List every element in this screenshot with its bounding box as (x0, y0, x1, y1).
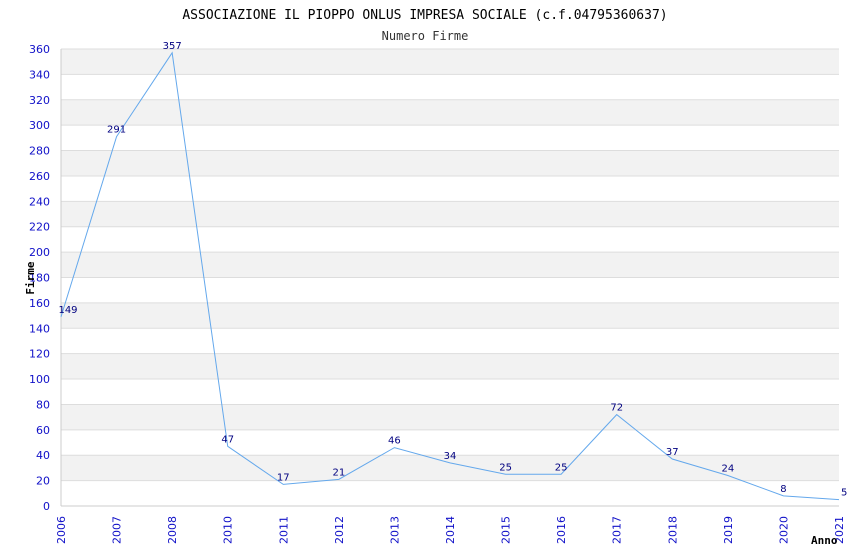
y-tick-label: 120 (29, 348, 50, 361)
grid-band (61, 353, 839, 380)
y-tick-label: 20 (36, 475, 50, 488)
data-label: 17 (277, 472, 290, 483)
x-tick-label: 2008 (166, 516, 179, 544)
grid-band (61, 99, 839, 126)
y-tick-label: 200 (29, 246, 50, 259)
grid-band (61, 150, 839, 176)
y-tick-label: 360 (29, 43, 50, 56)
y-tick-label: 320 (29, 94, 50, 107)
y-tick-label: 160 (29, 297, 50, 310)
y-tick-label: 140 (29, 322, 50, 335)
chart-title: ASSOCIAZIONE IL PIOPPO ONLUS IMPRESA SOC… (182, 8, 667, 23)
y-tick-label: 80 (36, 398, 50, 411)
data-label: 21 (332, 467, 345, 478)
grid-band (61, 125, 839, 151)
grid-band (61, 379, 839, 405)
data-label: 291 (107, 125, 126, 136)
x-tick-labels: 2006 2007 2008 2010 2011 2012 2013 2014 2015 2016… (55, 516, 846, 544)
x-tick-label: 2010 (222, 516, 235, 544)
grid-band (61, 49, 839, 75)
grid-band (61, 74, 839, 100)
grid-band (61, 175, 839, 202)
data-label: 149 (58, 305, 77, 316)
grid-band (61, 201, 839, 227)
data-label: 24 (721, 464, 734, 475)
data-label: 37 (666, 447, 679, 458)
grid-band (61, 404, 839, 430)
x-tick-label: 2020 (777, 516, 790, 544)
grid-band (61, 480, 839, 506)
y-tick-label: 240 (29, 195, 50, 208)
data-label: 5 (841, 488, 847, 499)
data-label: 72 (610, 403, 623, 414)
x-tick-label: 2019 (722, 516, 735, 544)
x-axis-label: Anno (811, 534, 838, 547)
x-tick-label: 2015 (500, 516, 513, 544)
data-label: 47 (221, 434, 234, 445)
x-tick-label: 2017 (611, 516, 624, 544)
grid-band (61, 328, 839, 354)
chart-subtitle: Numero Firme (382, 29, 469, 43)
y-tick-label: 340 (29, 68, 50, 81)
y-axis-label: Firme (24, 261, 37, 294)
y-tick-label: 60 (36, 424, 50, 437)
grid-band (61, 277, 839, 303)
data-label: 8 (780, 484, 786, 495)
y-tick-label: 300 (29, 119, 50, 132)
y-tick-label: 40 (36, 449, 50, 462)
x-tick-label: 2014 (444, 516, 457, 544)
data-label: 25 (555, 462, 568, 473)
x-tick-label: 2016 (555, 516, 568, 544)
grid-band (61, 226, 839, 253)
x-tick-label: 2007 (111, 516, 124, 544)
x-tick-label: 2012 (333, 516, 346, 544)
grid-band (61, 252, 839, 278)
y-tick-label: 220 (29, 221, 50, 234)
data-label: 357 (163, 41, 182, 52)
x-tick-label: 2018 (666, 516, 679, 544)
x-tick-label: 2011 (277, 516, 290, 544)
y-tick-label: 100 (29, 373, 50, 386)
data-label: 34 (444, 451, 457, 462)
x-tick-label: 2006 (55, 516, 68, 544)
y-tick-label: 280 (29, 145, 50, 158)
data-label: 25 (499, 462, 512, 473)
y-tick-label: 0 (43, 500, 50, 513)
data-label: 46 (388, 436, 401, 447)
grid-band (61, 302, 839, 329)
y-tick-label: 260 (29, 170, 50, 183)
line-chart: ASSOCIAZIONE IL PIOPPO ONLUS IMPRESA SOC… (24, 8, 847, 547)
x-tick-label: 2013 (388, 516, 401, 544)
